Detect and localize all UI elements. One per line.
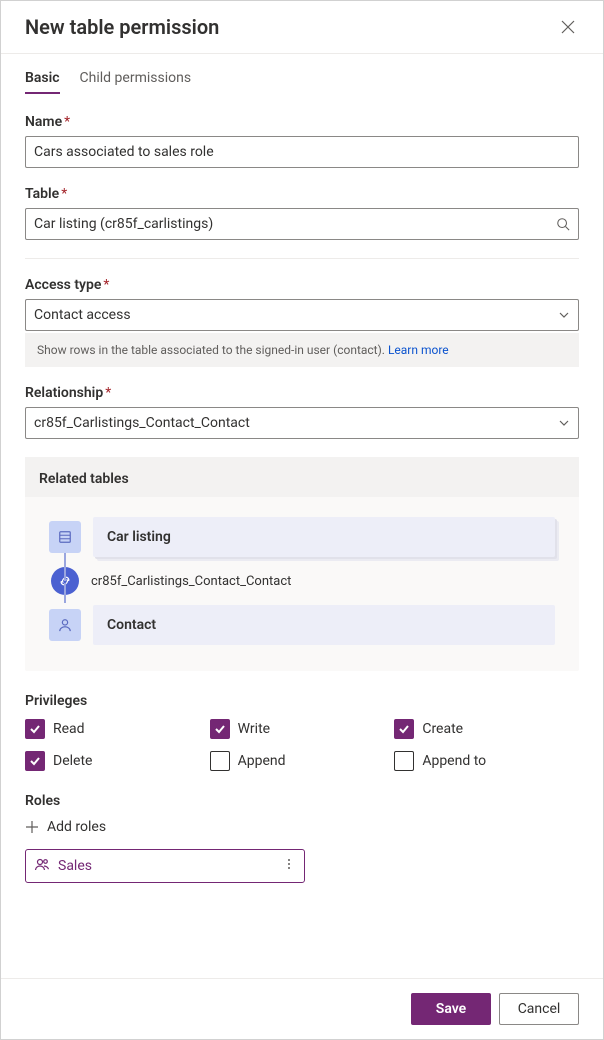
checkbox-label: Create (422, 721, 463, 737)
checkbox-append[interactable]: Append (210, 751, 395, 771)
table-lookup[interactable]: Car listing (cr85f_carlistings) (25, 208, 579, 240)
field-relationship: Relationship* cr85f_Carlistings_Contact_… (25, 385, 579, 439)
related-entity-row: Car listing (49, 517, 555, 557)
related-entity-card[interactable]: Car listing (93, 517, 555, 557)
related-tables-body: Car listing cr85f_Carlistings_Contact_Co… (25, 497, 579, 671)
dialog-panel: New table permission Basic Child permiss… (0, 0, 604, 1040)
label-relationship: Relationship (25, 385, 103, 401)
search-icon (556, 217, 570, 231)
learn-more-link[interactable]: Learn more (388, 343, 449, 357)
field-access-type: Access type* Contact access (25, 277, 579, 331)
more-vertical-icon (282, 857, 296, 871)
divider (25, 258, 579, 259)
checkbox-write[interactable]: Write (210, 719, 395, 739)
required-indicator: * (64, 114, 70, 130)
add-roles-label: Add roles (47, 819, 106, 835)
checkbox-label: Append (238, 753, 286, 769)
related-tables: Related tables Car listing cr85f_Carlist… (25, 457, 579, 671)
plus-icon (25, 820, 39, 834)
people-icon (34, 856, 50, 876)
privileges-grid: Read Write Create Delete Append (25, 719, 579, 771)
field-table: Table* Car listing (cr85f_carlistings) (25, 186, 579, 240)
role-more-button[interactable] (282, 857, 296, 875)
dialog-title: New table permission (25, 15, 219, 39)
checkbox-append-to[interactable]: Append to (394, 751, 579, 771)
close-icon (561, 20, 575, 34)
chevron-down-icon (558, 417, 570, 429)
tab-list: Basic Child permissions (25, 64, 579, 94)
required-indicator: * (105, 385, 111, 401)
table-icon (49, 521, 81, 553)
access-type-info: Show rows in the table associated to the… (25, 333, 579, 367)
table-lookup-value: Car listing (cr85f_carlistings) (34, 216, 213, 232)
privileges-section: Privileges Read Write Create Delete (25, 693, 579, 771)
access-type-dropdown[interactable]: Contact access (25, 299, 579, 331)
related-relation-row: cr85f_Carlistings_Contact_Contact (49, 567, 555, 595)
checkbox-label: Read (53, 721, 85, 737)
relationship-dropdown[interactable]: cr85f_Carlistings_Contact_Contact (25, 407, 579, 439)
privileges-heading: Privileges (25, 693, 579, 709)
related-tables-heading: Related tables (25, 457, 579, 497)
role-chip[interactable]: Sales (25, 849, 305, 883)
checkbox-label: Delete (53, 753, 92, 769)
roles-section: Roles Add roles Sales (25, 793, 579, 883)
cancel-button[interactable]: Cancel (499, 993, 579, 1025)
chevron-down-icon (558, 309, 570, 321)
roles-heading: Roles (25, 793, 579, 809)
required-indicator: * (103, 277, 109, 293)
checkbox-create[interactable]: Create (394, 719, 579, 739)
label-table: Table (25, 186, 59, 202)
checkbox-label: Write (238, 721, 270, 737)
save-button[interactable]: Save (411, 993, 491, 1025)
checkbox-delete[interactable]: Delete (25, 751, 210, 771)
related-entity-card[interactable]: Contact (93, 605, 555, 645)
checkbox-label: Append to (422, 753, 486, 769)
close-button[interactable] (557, 16, 579, 38)
tab-child-permissions[interactable]: Child permissions (80, 64, 192, 94)
relationship-value: cr85f_Carlistings_Contact_Contact (34, 415, 250, 431)
add-roles-button[interactable]: Add roles (25, 815, 106, 839)
person-icon (49, 609, 81, 641)
dialog-body: Basic Child permissions Name* Table* Car… (1, 54, 603, 978)
related-entity-row: Contact (49, 605, 555, 645)
label-name: Name (25, 114, 62, 130)
dialog-footer: Save Cancel (1, 978, 603, 1039)
label-access-type: Access type (25, 277, 101, 293)
access-type-value: Contact access (34, 307, 131, 323)
related-relation-label: cr85f_Carlistings_Contact_Contact (91, 574, 291, 589)
required-indicator: * (61, 186, 67, 202)
field-name: Name* (25, 114, 579, 168)
checkbox-read[interactable]: Read (25, 719, 210, 739)
role-name: Sales (58, 858, 274, 874)
access-type-info-text: Show rows in the table associated to the… (37, 343, 385, 357)
name-input[interactable] (25, 136, 579, 168)
tab-basic[interactable]: Basic (25, 64, 60, 94)
dialog-header: New table permission (1, 1, 603, 54)
